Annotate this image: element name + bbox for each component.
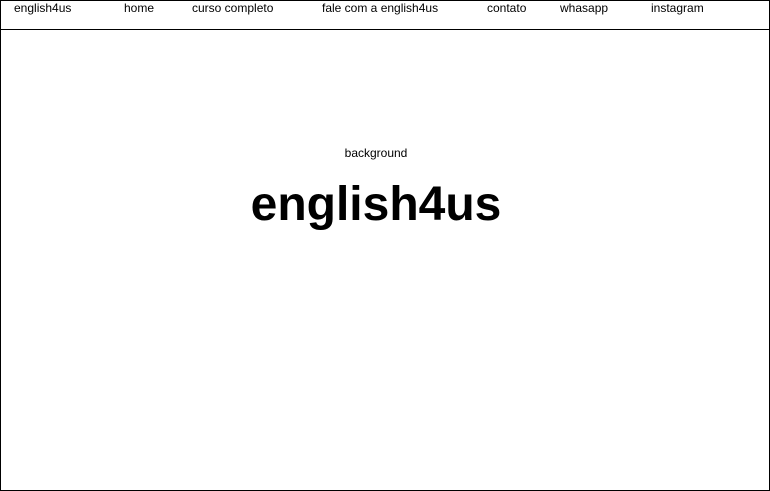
nav-link-contato[interactable]: contato: [487, 1, 526, 15]
page-frame: [0, 0, 770, 491]
nav-link-curso-completo[interactable]: curso completo: [192, 1, 273, 15]
top-navbar: english4us home curso completo fale com …: [0, 0, 770, 30]
nav-link-fale-com[interactable]: fale com a english4us: [322, 1, 438, 15]
nav-link-whasapp[interactable]: whasapp: [560, 1, 608, 15]
brand-logo-text[interactable]: english4us: [14, 1, 71, 15]
nav-link-instagram[interactable]: instagram: [651, 1, 704, 15]
nav-link-home[interactable]: home: [124, 1, 154, 15]
hero-caption: background: [344, 146, 408, 160]
hero-title: english4us: [250, 178, 502, 231]
